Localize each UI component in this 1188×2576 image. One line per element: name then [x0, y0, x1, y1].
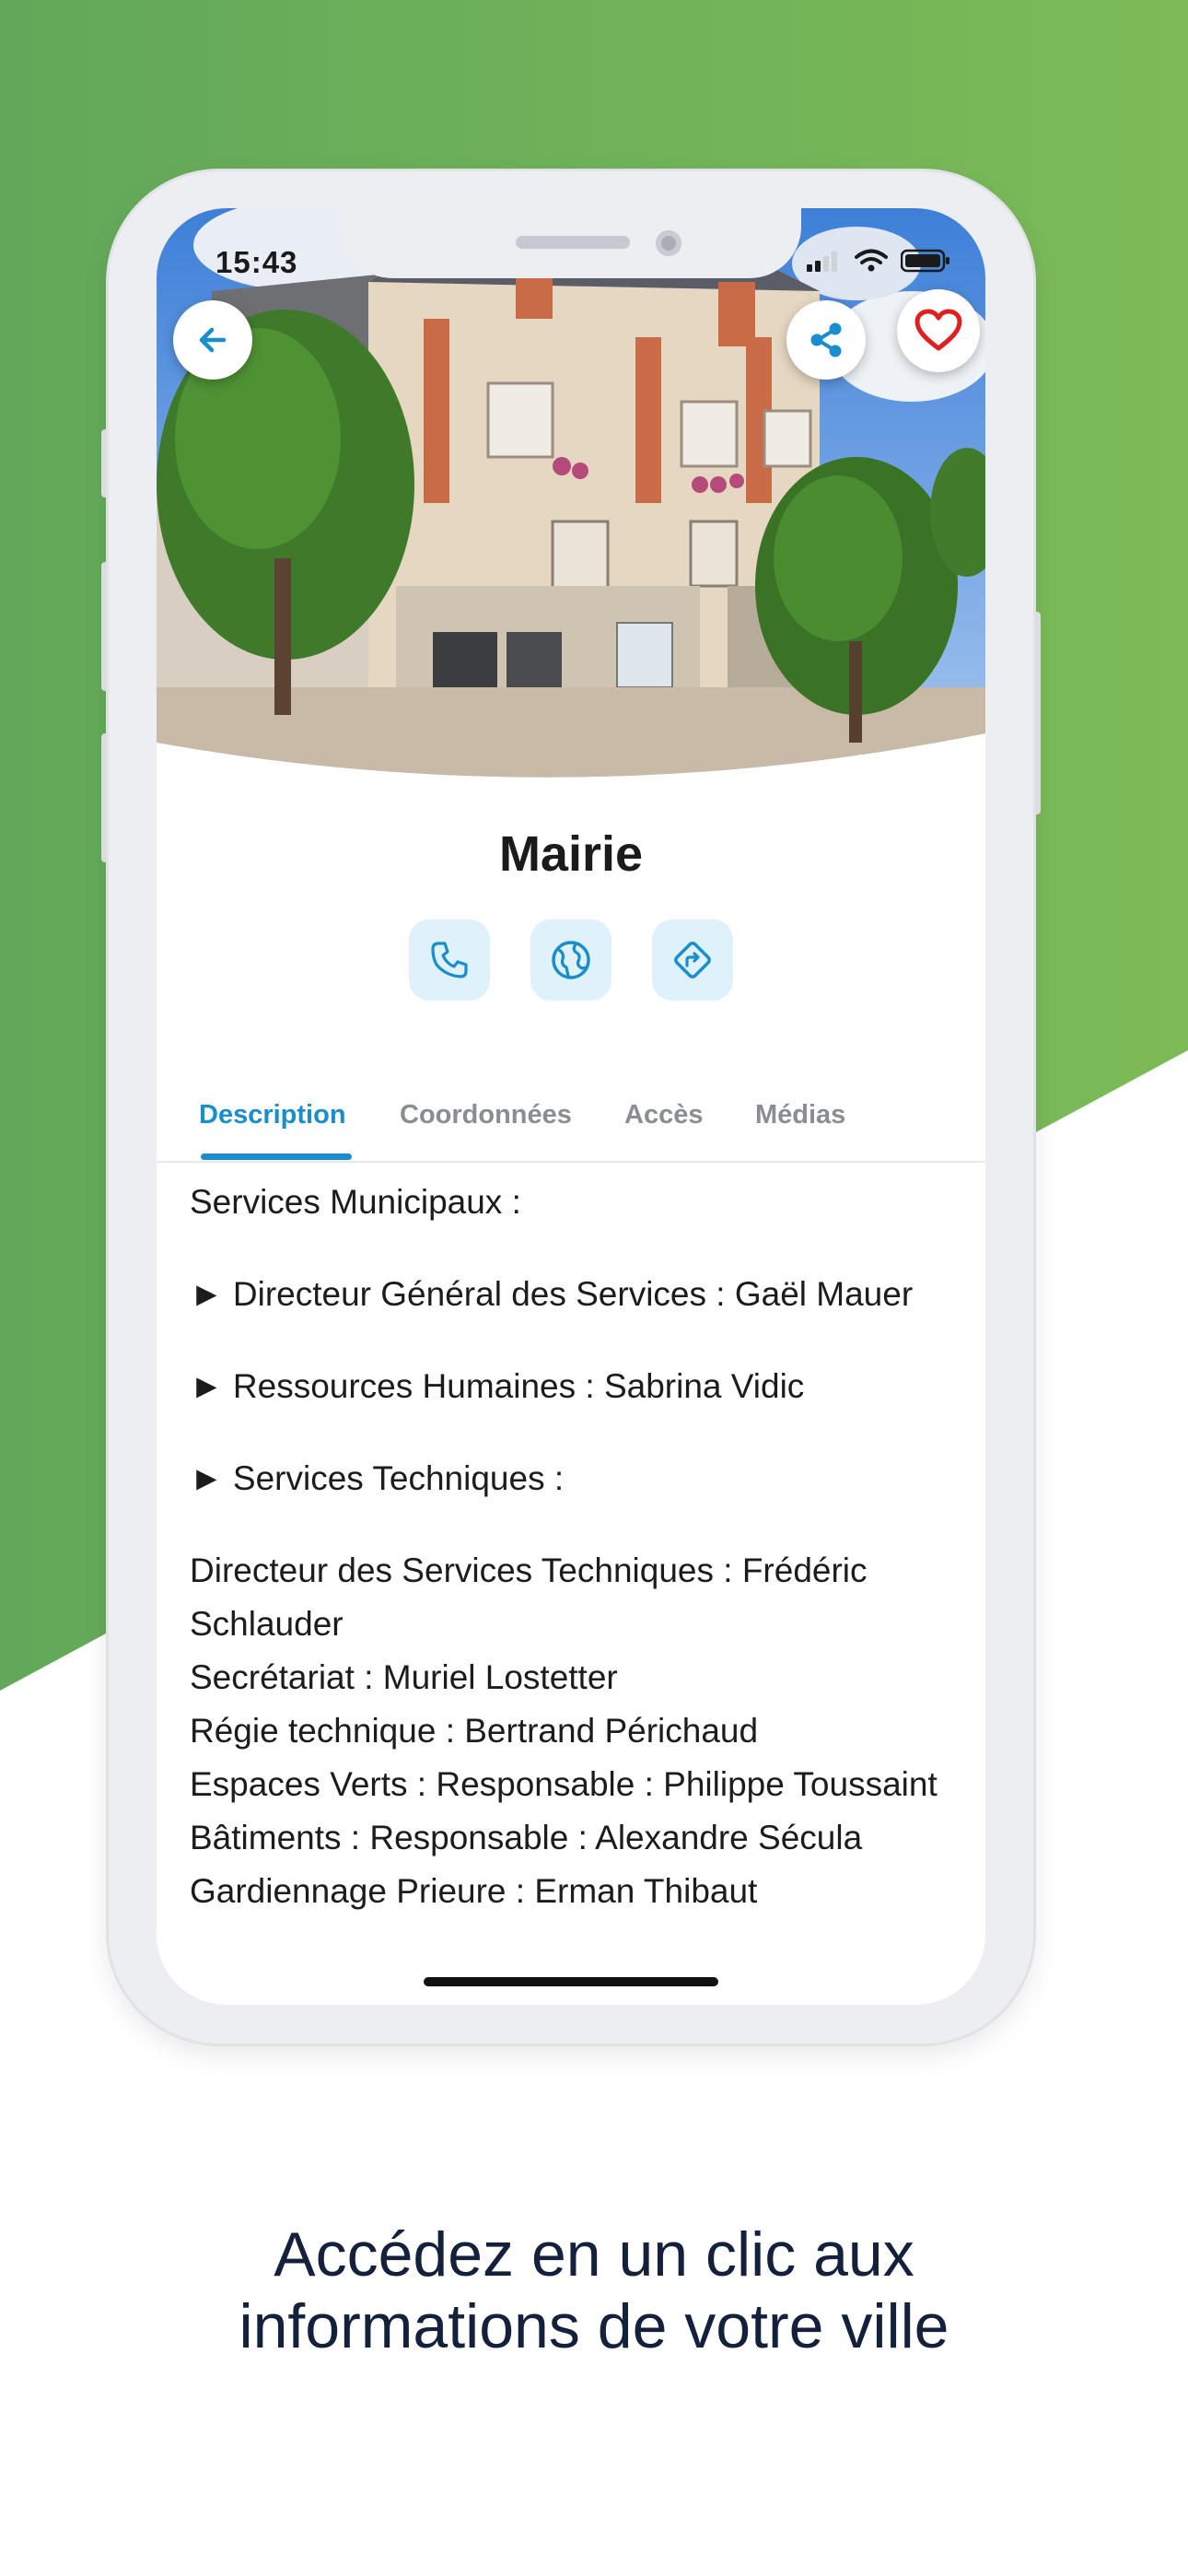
share-button[interactable]: [786, 300, 866, 380]
globe-icon: [552, 941, 590, 979]
phone-speaker: [516, 236, 630, 249]
call-button[interactable]: [409, 919, 490, 1001]
cellular-signal-icon: [807, 252, 837, 272]
website-button[interactable]: [530, 919, 611, 1001]
promo-caption: Accédez en un clic aux informations de v…: [0, 2219, 1188, 2362]
tab-description[interactable]: Description: [199, 1100, 346, 1130]
favorite-button[interactable]: [897, 289, 980, 372]
phone-icon: [431, 942, 468, 978]
status-time: 15:43: [215, 245, 298, 279]
phone-side-button: [101, 562, 109, 691]
description-line: Gardiennage Prieure : Erman Thibaut: [190, 1872, 758, 1910]
description-item: ► Services Techniques :: [190, 1459, 565, 1497]
wifi-icon: [855, 249, 888, 272]
description-line: Directeur des Services Techniques : Fréd…: [190, 1551, 868, 1643]
description-item: ► Directeur Général des Services : Gaël …: [190, 1275, 914, 1313]
phone-camera: [656, 230, 681, 256]
arrow-left-icon: [199, 327, 227, 353]
directions-icon: [674, 942, 711, 978]
heart-icon: [914, 309, 962, 351]
description-item: ► Ressources Humaines : Sabrina Vidic: [190, 1367, 805, 1405]
back-button[interactable]: [173, 300, 252, 380]
status-icons: [807, 249, 950, 273]
description-line: Espaces Verts : Responsable : Philippe T…: [190, 1765, 938, 1803]
tab-bar: Description Coordonnées Accès Médias: [157, 1069, 985, 1163]
hero-photo: [157, 208, 985, 778]
battery-icon: [901, 249, 949, 273]
description-line: Secrétariat : Muriel Lostetter: [190, 1658, 618, 1696]
description-content: Services Municipaux : ► Directeur Généra…: [190, 1176, 963, 1918]
app-screen: 15:43 Mairie Description Coordonnées Acc…: [157, 208, 985, 2005]
home-indicator[interactable]: [424, 1977, 718, 1986]
description-line: Bâtiments : Responsable : Alexandre Sécu…: [190, 1819, 863, 1856]
description-line: Régie technique : Bertrand Périchaud: [190, 1712, 759, 1750]
share-icon: [810, 322, 842, 357]
directions-button[interactable]: [652, 919, 733, 1001]
phone-side-button: [101, 733, 109, 862]
active-tab-indicator: [201, 1153, 352, 1160]
tab-acces[interactable]: Accès: [624, 1100, 703, 1130]
tab-coordonnees[interactable]: Coordonnées: [400, 1100, 572, 1130]
action-buttons: [157, 919, 985, 1001]
page-title: Mairie: [498, 826, 644, 882]
phone-side-button: [1033, 612, 1041, 814]
caption-line-1: Accédez en un clic aux: [274, 2219, 914, 2289]
phone-side-button: [101, 429, 109, 498]
tab-medias[interactable]: Médias: [755, 1100, 845, 1130]
description-intro: Services Municipaux :: [190, 1183, 521, 1221]
caption-line-2: informations de votre ville: [239, 2291, 949, 2361]
